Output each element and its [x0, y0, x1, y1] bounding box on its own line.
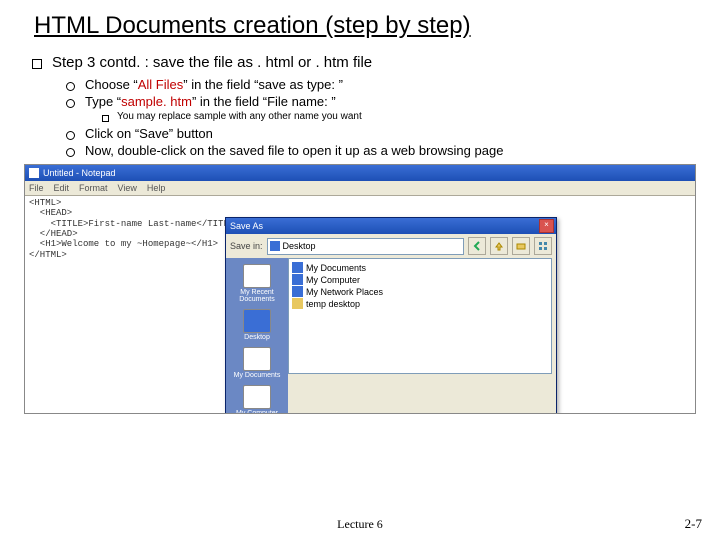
- menu-edit[interactable]: Edit: [54, 183, 70, 193]
- bullet-double-click: Now, double-click on the saved file to o…: [66, 143, 696, 158]
- sidebar-item-mycomputer[interactable]: My Computer: [231, 383, 283, 414]
- sidebar-item-recent[interactable]: My Recent Documents: [231, 262, 283, 305]
- list-item[interactable]: My Documents: [292, 262, 548, 273]
- places-sidebar: My Recent Documents Desktop My Documents…: [226, 258, 288, 414]
- new-folder-icon[interactable]: [512, 237, 530, 255]
- notepad-icon: [29, 168, 39, 178]
- notepad-menubar: File Edit Format View Help: [25, 181, 695, 196]
- folder-icon: [243, 347, 271, 371]
- bullet-type-sample: Type “sample. htm” in the field “File na…: [66, 94, 696, 109]
- screenshot-figure: Untitled - Notepad File Edit Format View…: [24, 164, 696, 414]
- up-icon[interactable]: [490, 237, 508, 255]
- folder-icon: [292, 298, 303, 309]
- menu-view[interactable]: View: [118, 183, 137, 193]
- menu-help[interactable]: Help: [147, 183, 166, 193]
- bullet-icon: [102, 115, 109, 122]
- file-list[interactable]: My Documents My Computer My Network Plac…: [288, 258, 552, 374]
- savein-combo[interactable]: Desktop: [267, 238, 464, 255]
- slide-title: HTML Documents creation (step by step): [34, 12, 696, 40]
- computer-icon: [243, 385, 271, 409]
- bullet-text: Now, double-click on the saved file to o…: [85, 143, 503, 158]
- list-item[interactable]: My Network Places: [292, 286, 548, 297]
- notepad-title-text: Untitled - Notepad: [43, 168, 116, 178]
- sidebar-item-mydocs[interactable]: My Documents: [231, 345, 283, 381]
- recent-icon: [243, 264, 271, 288]
- list-item[interactable]: temp desktop: [292, 298, 548, 309]
- bullet-icon: [66, 99, 75, 108]
- save-as-titlebar: Save As ×: [226, 218, 556, 234]
- close-icon[interactable]: ×: [539, 219, 554, 233]
- save-as-title-text: Save As: [230, 221, 263, 231]
- bullet-choose-all-files: Choose “All Files” in the field “save as…: [66, 77, 696, 92]
- desktop-icon: [270, 241, 280, 251]
- savein-value: Desktop: [283, 241, 316, 251]
- page-number: 2-7: [685, 516, 702, 532]
- computer-icon: [292, 274, 303, 285]
- bullet-text: You may replace sample with any other na…: [117, 111, 362, 122]
- views-icon[interactable]: [534, 237, 552, 255]
- back-icon[interactable]: [468, 237, 486, 255]
- menu-format[interactable]: Format: [79, 183, 108, 193]
- bullet-text: Choose “All Files” in the field “save as…: [85, 77, 343, 92]
- folder-icon: [292, 262, 303, 273]
- sidebar-item-desktop[interactable]: Desktop: [231, 307, 283, 343]
- save-as-toolbar: Save in: Desktop: [226, 234, 556, 258]
- bullet-click-save: Click on “Save” button: [66, 126, 696, 141]
- bullet-icon: [66, 148, 75, 157]
- bullet-icon: [66, 131, 75, 140]
- savein-label: Save in:: [230, 241, 263, 251]
- list-item[interactable]: My Computer: [292, 274, 548, 285]
- bullet-text: Click on “Save” button: [85, 126, 213, 141]
- network-icon: [292, 286, 303, 297]
- desktop-icon: [243, 309, 271, 333]
- bullet-text: Type “sample. htm” in the field “File na…: [85, 94, 336, 109]
- bullet-icon: [66, 82, 75, 91]
- save-as-dialog: Save As × Save in: Desktop My Recent Doc…: [225, 217, 557, 414]
- menu-file[interactable]: File: [29, 183, 44, 193]
- footer-lecture: Lecture 6: [0, 517, 720, 532]
- step-heading-text: Step 3 contd. : save the file as . html …: [52, 54, 372, 71]
- bullet-replace-note: You may replace sample with any other na…: [102, 111, 696, 122]
- step-heading: Step 3 contd. : save the file as . html …: [32, 54, 696, 71]
- notepad-titlebar: Untitled - Notepad: [25, 165, 695, 181]
- bullet-icon: [32, 59, 42, 69]
